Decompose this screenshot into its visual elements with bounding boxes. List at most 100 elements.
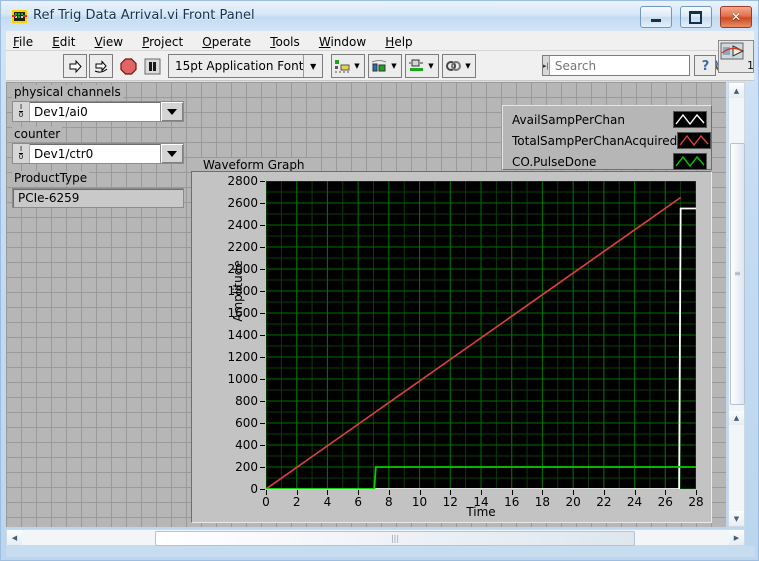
- physical-channels-control[interactable]: I0 Dev1/ai0: [12, 101, 184, 122]
- y-tick-label: 600: [235, 416, 258, 430]
- x-tick-mark: [388, 490, 390, 495]
- legend-plot-swatch[interactable]: [673, 111, 707, 128]
- svg-text:?: ?: [701, 59, 709, 73]
- y-tick-label: 2200: [227, 240, 258, 254]
- menu-item-project[interactable]: Project: [135, 32, 190, 52]
- menu-item-help[interactable]: Help: [378, 32, 419, 52]
- y-tick-label: 1200: [227, 350, 258, 364]
- vertical-scrollbar[interactable]: ▲ ≡ ▼ ▲: [728, 82, 745, 527]
- legend-row[interactable]: TotalSampPerChanAcquired: [512, 130, 712, 151]
- close-button[interactable]: ✕: [720, 6, 752, 28]
- minimize-icon: [641, 7, 671, 27]
- legend-row[interactable]: AvailSampPerChan: [512, 109, 707, 130]
- y-tick-label: 1000: [227, 372, 258, 386]
- x-tick-mark: [603, 490, 605, 495]
- y-tick-mark: [260, 379, 265, 380]
- x-tick-mark: [573, 490, 575, 495]
- resize-objects-button[interactable]: ▼: [405, 54, 439, 78]
- title-bar[interactable]: Ref Trig Data Arrival.vi Front Panel ✕: [1, 1, 758, 31]
- menu-bar: File Edit View Project Operate Tools Win…: [6, 31, 754, 51]
- grip-icon: ≡: [734, 269, 741, 278]
- help-button[interactable]: ?: [694, 55, 716, 76]
- chevron-down-icon[interactable]: ▼: [352, 62, 362, 70]
- y-tick-label: 1400: [227, 328, 258, 342]
- menu-item-edit[interactable]: Edit: [45, 32, 82, 52]
- run-button[interactable]: [63, 54, 87, 78]
- y-tick-label: 2400: [227, 218, 258, 232]
- reorder-objects-icon: [443, 55, 463, 77]
- chevron-down-icon[interactable]: ▼: [463, 62, 473, 70]
- y-tick-mark: [260, 467, 265, 468]
- legend-plot-swatch[interactable]: [673, 153, 707, 170]
- menu-item-operate[interactable]: Operate: [195, 32, 258, 52]
- search-input[interactable]: [549, 56, 707, 75]
- vertical-scrollbar-thumb[interactable]: ≡: [730, 143, 745, 405]
- triangle-up-small-icon[interactable]: ▲: [729, 411, 744, 425]
- x-tick-mark: [419, 490, 421, 495]
- chevron-down-icon[interactable]: ▼: [389, 62, 399, 70]
- grip-icon: |||: [390, 533, 400, 543]
- triangle-right-icon[interactable]: ▶: [729, 530, 744, 545]
- window-frame: Ref Trig Data Arrival.vi Front Panel ✕ F…: [0, 0, 759, 561]
- y-tick-mark: [260, 181, 265, 182]
- minimize-button[interactable]: [639, 6, 672, 28]
- plot-legend[interactable]: AvailSampPerChan TotalSampPerChanAcquire…: [502, 105, 712, 170]
- triangle-down-icon[interactable]: ▼: [729, 511, 744, 526]
- reorder-objects-button[interactable]: ▼: [442, 54, 476, 78]
- y-tick-mark: [260, 401, 265, 402]
- y-tick-label: 800: [235, 394, 258, 408]
- abort-execution-button[interactable]: [116, 54, 140, 78]
- maximize-icon: [681, 7, 711, 27]
- window-title: Ref Trig Data Arrival.vi Front Panel: [33, 8, 255, 23]
- legend-plot-name: CO.PulseDone: [512, 154, 597, 169]
- menu-item-view[interactable]: View: [88, 32, 130, 52]
- y-tick-label: 200: [235, 460, 258, 474]
- legend-plot-name: AvailSampPerChan: [512, 112, 625, 127]
- x-tick-mark: [481, 490, 482, 495]
- context-help-icon: 1: [719, 41, 754, 72]
- context-help-indicator[interactable]: 1: [718, 40, 754, 73]
- counter-control[interactable]: I0 Dev1/ctr0: [12, 143, 184, 164]
- counter-dropdown[interactable]: [160, 144, 183, 163]
- chevron-down-icon[interactable]: ▼: [303, 55, 322, 77]
- waveform-graph[interactable]: Amplitude 0 200 400 600 800 1000 1200 1400 1600 1…: [191, 171, 712, 523]
- product-type-label: ProductType: [12, 171, 90, 186]
- close-icon: ✕: [730, 10, 742, 24]
- y-tick-mark: [260, 445, 265, 446]
- menu-item-file[interactable]: File: [6, 32, 40, 52]
- font-selector[interactable]: 15pt Application Font ▼: [168, 54, 323, 78]
- x-tick-mark: [450, 490, 452, 495]
- x-tick-mark: [266, 490, 267, 495]
- align-objects-button[interactable]: ▼: [331, 54, 365, 78]
- distribute-objects-icon: [369, 55, 389, 77]
- chevron-down-icon[interactable]: ▼: [426, 62, 436, 70]
- physical-channels-dropdown[interactable]: [160, 102, 183, 121]
- x-tick-mark: [634, 490, 636, 495]
- counter-label: counter: [12, 127, 63, 142]
- font-selector-label: 15pt Application Font: [175, 59, 304, 73]
- distribute-objects-button[interactable]: ▼: [368, 54, 402, 78]
- x-tick-mark: [511, 490, 513, 495]
- plot-area[interactable]: [266, 181, 696, 489]
- status-strip: [6, 546, 755, 557]
- legend-row[interactable]: CO.PulseDone: [512, 151, 707, 172]
- maximize-button[interactable]: [679, 6, 712, 28]
- pause-button[interactable]: [140, 54, 164, 78]
- product-type-indicator: PCIe-6259: [12, 188, 184, 208]
- drag-handle-icon[interactable]: ▸|: [543, 56, 550, 75]
- x-axis-label: Time: [466, 505, 496, 519]
- front-panel-canvas: physical channels I0 Dev1/ai0 counter I0…: [6, 82, 726, 527]
- question-mark-icon: ?: [701, 59, 709, 73]
- search-box[interactable]: ▸|: [542, 55, 722, 76]
- abort-execution-icon: [119, 57, 137, 75]
- y-tick-label: 400: [235, 438, 258, 452]
- menu-item-tools[interactable]: Tools: [263, 32, 307, 52]
- triangle-up-icon[interactable]: ▲: [729, 83, 744, 98]
- run-continuously-button[interactable]: [89, 54, 113, 78]
- triangle-left-icon[interactable]: ◀: [7, 530, 22, 545]
- legend-plot-swatch[interactable]: [677, 132, 712, 149]
- horizontal-scrollbar[interactable]: ◀ ||| ▶: [6, 529, 745, 546]
- menu-item-window[interactable]: Window: [312, 32, 373, 52]
- plot-canvas: [266, 181, 696, 489]
- horizontal-scrollbar-thumb[interactable]: |||: [155, 531, 635, 546]
